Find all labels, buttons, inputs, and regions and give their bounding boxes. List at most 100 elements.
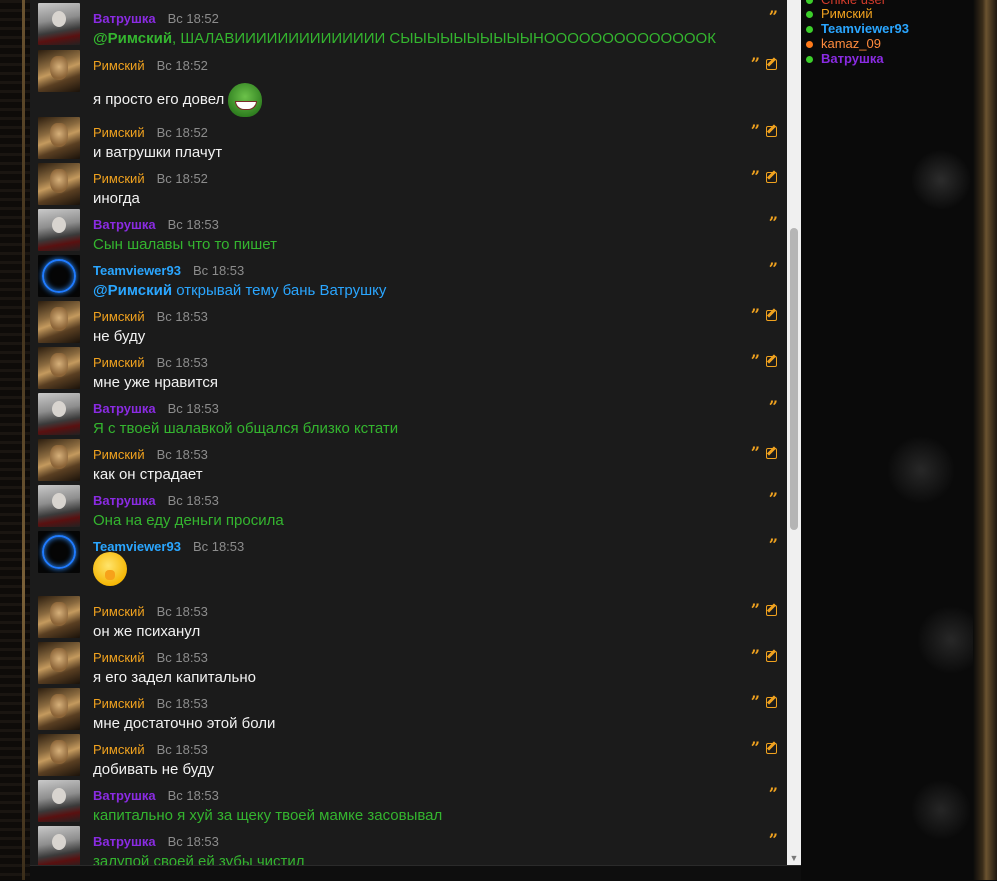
edit-icon[interactable] (766, 650, 777, 662)
scroll-down-arrow-icon[interactable]: ▼ (787, 851, 801, 865)
message-author[interactable]: Римский (93, 309, 145, 324)
message-author[interactable]: Римский (93, 355, 145, 370)
quote-icon[interactable]: ” (751, 694, 760, 710)
quote-icon[interactable]: ” (769, 215, 778, 231)
scrollbar-thumb[interactable] (790, 228, 798, 530)
quote-icon[interactable]: ” (769, 537, 778, 553)
chat-message: Teamviewer93 Вс 18:53 ” @Римский открывай т… (30, 252, 787, 299)
edit-icon[interactable] (766, 742, 777, 754)
quote-icon[interactable]: ” (769, 261, 778, 277)
quote-icon[interactable]: ” (769, 491, 778, 507)
avatar[interactable] (38, 3, 80, 45)
message-text: я просто его довел (93, 83, 263, 117)
online-user[interactable]: kamaz_09 (806, 36, 881, 51)
avatar[interactable] (38, 117, 80, 159)
message-author[interactable]: Ватрушка (93, 11, 156, 26)
message-author[interactable]: Римский (93, 742, 145, 757)
avatar[interactable] (38, 439, 80, 481)
message-text: он же психанул (93, 623, 200, 640)
avatar[interactable] (38, 209, 80, 251)
quote-icon[interactable]: ” (751, 445, 760, 461)
message-author[interactable]: Римский (93, 447, 145, 462)
message-timestamp: Вс 18:53 (156, 650, 208, 665)
message-author[interactable]: Римский (93, 696, 145, 711)
edit-icon[interactable] (766, 696, 777, 708)
online-user[interactable]: Римский (806, 6, 873, 21)
quote-icon[interactable]: ” (751, 353, 760, 369)
mention-link[interactable]: @Римский (93, 30, 172, 47)
avatar[interactable] (38, 485, 80, 527)
message-body: Она на еду деньги просила (93, 512, 284, 529)
message-author[interactable]: Ватрушка (93, 788, 156, 803)
quote-icon[interactable]: ” (769, 399, 778, 415)
status-green-icon (806, 26, 813, 34)
avatar[interactable] (38, 255, 80, 297)
quote-icon[interactable]: ” (751, 307, 760, 323)
online-user-name: kamaz_09 (821, 36, 881, 51)
avatar[interactable] (38, 688, 80, 730)
message-meta: Римский Вс 18:53 (93, 355, 208, 370)
quote-icon[interactable]: ” (751, 169, 760, 185)
message-body: , ШАЛАВИИИИИИИИИИИИИИ СЫЫЫЫЫЫЫЫЫЫНОООООО… (172, 30, 716, 47)
message-actions: ” (769, 261, 778, 277)
avatar[interactable] (38, 596, 80, 638)
edit-icon[interactable] (766, 125, 777, 137)
avatar[interactable] (38, 734, 80, 776)
message-author[interactable]: Римский (93, 650, 145, 665)
online-user[interactable]: Ватрушка (806, 51, 884, 66)
avatar[interactable] (38, 50, 80, 92)
message-actions: ” (769, 9, 778, 25)
message-body: залупой своей ей зубы чистил (93, 853, 305, 865)
chat-scrollbar[interactable]: ▼ (787, 0, 801, 865)
chat-message: Ватрушка Вс 18:53 ” Сын шалавы что то пишет (30, 206, 787, 253)
message-author[interactable]: Ватрушка (93, 834, 156, 849)
avatar[interactable] (38, 347, 80, 389)
message-meta: Римский Вс 18:53 (93, 742, 208, 757)
message-text: капитально я хуй за щеку твоей мамке зас… (93, 807, 442, 824)
message-author[interactable]: Римский (93, 604, 145, 619)
message-actions: ” (751, 353, 777, 369)
quote-icon[interactable]: ” (769, 832, 778, 848)
edit-icon[interactable] (766, 171, 777, 183)
quote-icon[interactable]: ” (751, 123, 760, 139)
edit-icon[interactable] (766, 604, 777, 616)
chat-message: Ватрушка Вс 18:53 ” Она на еду деньги проси… (30, 482, 787, 529)
avatar[interactable] (38, 531, 80, 573)
edit-icon[interactable] (766, 355, 777, 367)
message-actions: ” (751, 694, 777, 710)
quote-icon[interactable]: ” (751, 602, 760, 618)
message-text: не буду (93, 328, 145, 345)
message-author[interactable]: Римский (93, 125, 145, 140)
online-users-panel: Chikie user РимскийTeamviewer93kamaz_09В… (801, 0, 997, 880)
avatar[interactable] (38, 780, 80, 822)
message-body: не буду (93, 328, 146, 345)
message-text: @Римский, ШАЛАВИИИИИИИИИИИИИИ СЫЫЫЫЫЫЫЫЫ… (93, 30, 716, 47)
message-author[interactable]: Римский (93, 171, 145, 186)
mention-link[interactable]: @Римский (93, 282, 172, 299)
quote-icon[interactable]: ” (751, 740, 760, 756)
chat-bottom-bar (30, 865, 801, 881)
avatar[interactable] (38, 826, 80, 865)
message-actions: ” (751, 169, 777, 185)
message-author[interactable]: Ватрушка (93, 493, 156, 508)
quote-icon[interactable]: ” (751, 648, 760, 664)
avatar[interactable] (38, 642, 80, 684)
message-author[interactable]: Римский (93, 58, 145, 73)
edit-icon[interactable] (766, 309, 777, 321)
avatar[interactable] (38, 301, 80, 343)
online-user[interactable]: Teamviewer93 (806, 21, 909, 36)
avatar[interactable] (38, 393, 80, 435)
message-meta: Римский Вс 18:53 (93, 447, 208, 462)
quote-icon[interactable]: ” (751, 56, 760, 72)
message-text: иногда (93, 190, 140, 207)
edit-icon[interactable] (766, 447, 777, 459)
message-timestamp: Вс 18:53 (156, 447, 208, 462)
avatar[interactable] (38, 163, 80, 205)
message-actions: ” (751, 602, 777, 618)
quote-icon[interactable]: ” (769, 9, 778, 25)
quote-icon[interactable]: ” (769, 786, 778, 802)
message-author[interactable]: Ватрушка (93, 217, 156, 232)
edit-icon[interactable] (766, 58, 777, 70)
message-author[interactable]: Teamviewer93 (93, 263, 181, 278)
message-author[interactable]: Ватрушка (93, 401, 156, 416)
